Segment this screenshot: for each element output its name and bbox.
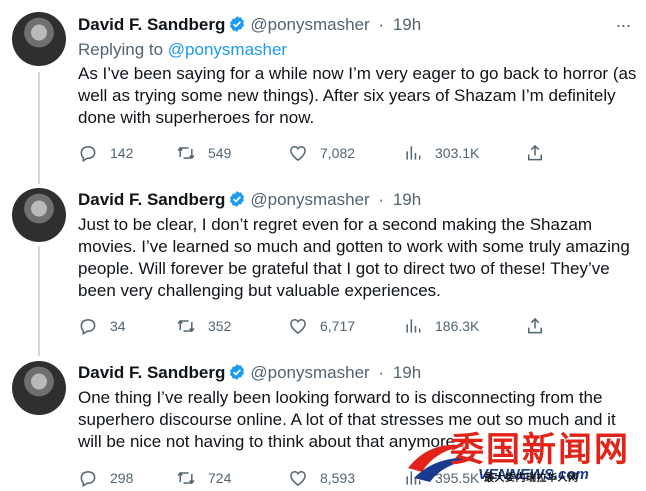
retweet-button[interactable]: 549 [176, 142, 231, 164]
tweet-header: David F. Sandberg @ponysmasher · 19h [78, 362, 421, 384]
retweet-icon [177, 471, 195, 485]
more-options-icon[interactable]: ··· [612, 16, 634, 40]
share-icon [528, 317, 542, 334]
like-button[interactable]: 7,082 [288, 142, 355, 164]
reply-icon [80, 146, 96, 163]
like-count: 8,593 [320, 470, 356, 486]
author-handle[interactable]: @ponysmasher [250, 15, 369, 34]
reply-button[interactable]: 298 [78, 467, 133, 489]
watermark-subtitle: 最大委内瑞拉华人网 [484, 473, 579, 484]
reply-icon [80, 471, 96, 488]
heart-icon [290, 318, 306, 334]
view-count: 303.1K [435, 145, 480, 161]
heart-icon [290, 145, 306, 161]
timestamp[interactable]: 19h [393, 363, 421, 382]
views-button[interactable]: 303.1K [403, 142, 479, 164]
views-chart-icon [406, 146, 421, 160]
share-button[interactable] [525, 315, 545, 337]
author-name[interactable]: David F. Sandberg [78, 363, 225, 382]
retweet-count: 724 [208, 470, 232, 486]
like-count: 7,082 [320, 145, 356, 161]
reply-button[interactable]: 142 [78, 142, 133, 164]
thread-connector [38, 246, 40, 356]
timestamp[interactable]: 19h [393, 190, 421, 209]
views-chart-icon [406, 319, 421, 333]
share-icon [528, 144, 542, 161]
retweet-button[interactable]: 352 [176, 315, 231, 337]
retweet-icon [177, 146, 195, 160]
view-count: 186.3K [435, 318, 480, 334]
timestamp[interactable]: 19h [393, 15, 421, 34]
retweet-button[interactable]: 724 [176, 467, 231, 489]
tweet-text: As I’ve been saying for a while now I’m … [78, 64, 637, 127]
views-button[interactable]: 186.3K [403, 315, 479, 337]
tweet-header: David F. Sandberg @ponysmasher · 19h [78, 189, 421, 211]
reply-count: 298 [110, 470, 134, 486]
share-button[interactable] [525, 142, 545, 164]
reply-count: 34 [110, 318, 126, 334]
separator-dot: · [378, 363, 385, 382]
avatar[interactable] [12, 188, 66, 242]
heart-icon [290, 470, 306, 486]
replying-to: Replying to @ponysmasher [78, 39, 287, 61]
author-handle[interactable]: @ponysmasher [250, 363, 369, 382]
verified-badge-icon [230, 16, 245, 32]
separator-dot: · [378, 15, 385, 34]
reply-count: 142 [110, 145, 134, 161]
avatar[interactable] [12, 361, 66, 415]
separator-dot: · [378, 190, 385, 209]
watermark-title: 委国新闻网 [450, 430, 630, 470]
author-handle[interactable]: @ponysmasher [250, 190, 369, 209]
reply-button[interactable]: 34 [78, 315, 126, 337]
tweet-actions: 34 352 6,717 186.3K [78, 315, 638, 337]
tweet-text: Just to be clear, I don’t regret even fo… [78, 215, 630, 300]
verified-badge-icon [230, 364, 245, 380]
replying-to-label: Replying to [78, 40, 168, 59]
retweet-count: 352 [208, 318, 232, 334]
replying-to-link[interactable]: @ponysmasher [168, 40, 287, 59]
like-button[interactable]: 8,593 [288, 467, 355, 489]
retweet-count: 549 [208, 145, 232, 161]
like-count: 6,717 [320, 318, 356, 334]
tweet-actions: 142 549 7,082 303.1K [78, 142, 638, 164]
thread-connector [38, 72, 40, 184]
reply-icon [80, 319, 96, 336]
author-name[interactable]: David F. Sandberg [78, 190, 225, 209]
tweet-header: David F. Sandberg @ponysmasher · 19h [78, 14, 421, 36]
like-button[interactable]: 6,717 [288, 315, 355, 337]
author-name[interactable]: David F. Sandberg [78, 15, 225, 34]
retweet-icon [177, 319, 195, 333]
verified-badge-icon [230, 191, 245, 207]
avatar[interactable] [12, 12, 66, 66]
